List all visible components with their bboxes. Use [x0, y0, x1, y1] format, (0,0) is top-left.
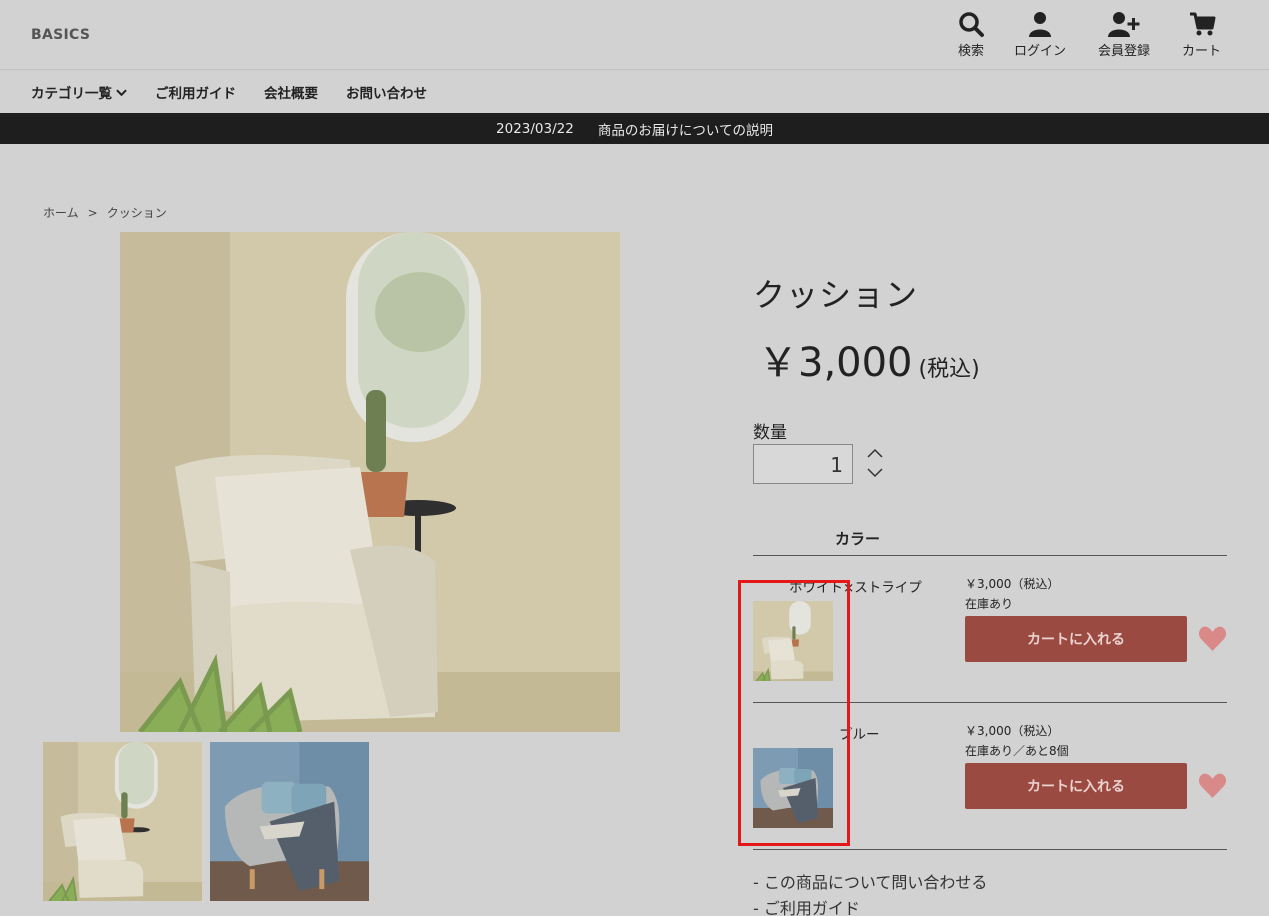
variant-stock: 在庫あり／あと8個: [965, 744, 1069, 758]
blue-chair-photo-image: [210, 742, 369, 901]
cart-icon: [1189, 12, 1215, 36]
favorite-heart-icon[interactable]: [1198, 625, 1227, 652]
product-title: クッション: [753, 276, 919, 314]
nav-categories[interactable]: カテゴリ一覧: [31, 82, 127, 102]
chevron-up-icon[interactable]: [867, 448, 883, 458]
chair-photo-image: [120, 232, 620, 732]
price-tax-note: (税込): [918, 357, 980, 382]
site-logo[interactable]: BASICS: [31, 27, 90, 43]
chevron-down-icon[interactable]: [867, 468, 883, 478]
thumbnail-white[interactable]: [43, 742, 202, 901]
nav-guide[interactable]: ご利用ガイド: [155, 82, 236, 102]
favorite-heart-icon[interactable]: [1198, 772, 1227, 799]
color-header: カラー: [835, 530, 881, 548]
login-link[interactable]: ログイン: [1014, 10, 1066, 59]
news-date: 2023/03/22: [496, 120, 574, 137]
register-link[interactable]: 会員登録: [1098, 10, 1150, 59]
login-label: ログイン: [1014, 44, 1067, 59]
search-link[interactable]: 検索: [957, 10, 985, 59]
price-value: ￥3,000: [758, 340, 913, 386]
variant-price: ￥3,000（税込）: [965, 577, 1060, 591]
search-icon: [959, 12, 984, 37]
thumbnail-blue[interactable]: [210, 742, 369, 901]
variant-price: ￥3,000（税込）: [965, 724, 1060, 738]
nav-contact[interactable]: お問い合わせ: [346, 82, 427, 102]
user-icon: [1029, 12, 1051, 37]
nav-categories-label: カテゴリ一覧: [31, 86, 112, 102]
divider: [753, 849, 1227, 850]
inquiry-link[interactable]: - この商品について問い合わせる: [753, 869, 987, 893]
site-header: BASICS 検索 ログイン 会員登録 カート: [0, 0, 1269, 70]
chair-photo-thumb-image: [43, 742, 202, 901]
quantity-input[interactable]: 1: [753, 444, 853, 484]
quantity-label: 数量: [753, 423, 787, 443]
breadcrumb-home[interactable]: ホーム: [43, 206, 79, 220]
cart-link[interactable]: カート: [1182, 10, 1221, 59]
breadcrumb-current: クッション: [106, 206, 167, 220]
cart-label: カート: [1182, 44, 1222, 59]
add-to-cart-button[interactable]: カートに入れる: [965, 763, 1187, 809]
add-to-cart-button[interactable]: カートに入れる: [965, 616, 1187, 662]
guide-link[interactable]: - ご利用ガイド: [753, 895, 860, 916]
search-label: 検索: [957, 44, 984, 59]
breadcrumb: ホーム > クッション: [43, 204, 167, 221]
user-plus-icon: [1108, 12, 1140, 37]
chevron-down-icon: [116, 88, 127, 96]
register-label: 会員登録: [1098, 44, 1151, 59]
breadcrumb-separator: >: [87, 206, 98, 220]
highlight-box: [738, 580, 850, 846]
divider: [753, 555, 1227, 556]
news-bar[interactable]: 2023/03/22 商品のお届けについての説明: [0, 113, 1269, 144]
quantity-stepper[interactable]: [866, 447, 884, 479]
variant-stock: 在庫あり: [965, 597, 1014, 611]
news-text: 商品のお届けについての説明: [597, 122, 773, 139]
product-main-image[interactable]: [120, 232, 620, 732]
product-price: ￥3,000 (税込): [758, 330, 980, 388]
main-nav: カテゴリ一覧 ご利用ガイド 会社概要 お問い合わせ: [0, 71, 1269, 113]
nav-company[interactable]: 会社概要: [264, 82, 318, 102]
